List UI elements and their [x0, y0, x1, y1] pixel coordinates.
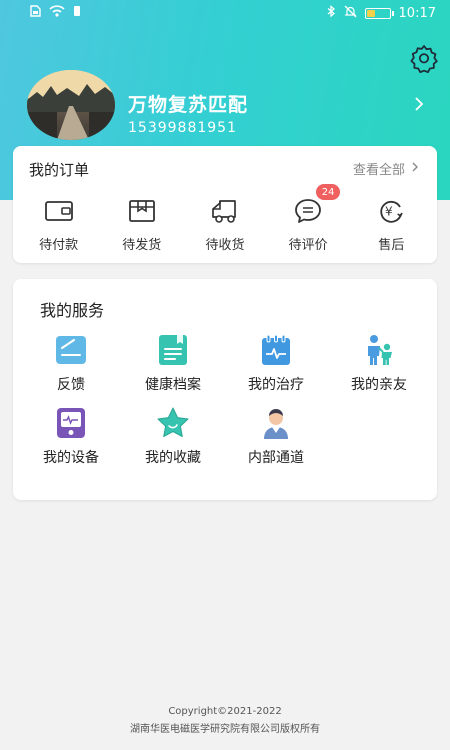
feedback-icon — [54, 334, 88, 366]
treatment-icon — [259, 334, 293, 366]
order-pending-review[interactable]: 24 待评价 — [268, 184, 348, 258]
user-name: 万物复苏匹配 — [128, 94, 249, 116]
svg-text:¥: ¥ — [385, 205, 393, 219]
bluetooth-icon — [327, 4, 336, 22]
order-label: 待发货 — [122, 238, 162, 253]
review-count-badge: 24 — [316, 184, 341, 200]
order-label: 售后 — [378, 238, 405, 253]
wifi-icon — [49, 5, 65, 21]
service-label: 内部通道 — [248, 450, 304, 466]
wallet-icon — [44, 196, 74, 226]
service-label: 健康档案 — [145, 377, 201, 393]
service-health-record[interactable]: 健康档案 — [123, 334, 223, 394]
view-all-label: 查看全部 — [352, 163, 405, 178]
user-phone: 15399881951 — [128, 120, 237, 136]
family-icon — [362, 334, 396, 366]
service-label: 我的收藏 — [145, 450, 201, 466]
battery-icon — [364, 7, 394, 19]
chevron-right-icon — [412, 97, 426, 118]
order-pending-payment[interactable]: 待付款 — [19, 192, 99, 258]
order-after-sales[interactable]: ¥ 售后 — [351, 192, 431, 258]
footer-copyright: Copyright©2021-2022 — [168, 706, 282, 717]
status-bar: 10:17 — [0, 0, 450, 26]
truck-icon — [210, 196, 240, 226]
gear-icon — [409, 43, 439, 77]
order-pending-shipment[interactable]: 待发货 — [102, 192, 182, 258]
service-label: 我的亲友 — [351, 377, 407, 393]
order-label: 待收货 — [205, 238, 245, 253]
service-feedback[interactable]: 反馈 — [21, 334, 121, 394]
view-all-orders-link[interactable]: 查看全部 — [353, 159, 419, 178]
services-title: 我的服务 — [40, 301, 105, 320]
mute-icon — [344, 5, 357, 22]
service-my-device[interactable]: 我的设备 — [21, 407, 121, 467]
orders-title: 我的订单 — [29, 161, 90, 179]
order-status-row: 待付款 待发货 待收货 24 待评价 ¥ 售后 — [13, 184, 437, 258]
star-icon — [156, 407, 190, 439]
chevron-right-icon — [411, 161, 419, 177]
services-card: 我的服务 反馈 健康档案 我的治疗 我的亲友 我的设备 我的收藏 内部通道 — [13, 279, 437, 500]
profile-arrow-button[interactable] — [412, 95, 432, 115]
avatar[interactable] — [27, 70, 115, 140]
service-family[interactable]: 我的亲友 — [329, 334, 429, 394]
signal-icon — [73, 5, 81, 21]
comment-icon — [293, 196, 323, 226]
service-label: 我的治疗 — [248, 377, 304, 393]
refund-icon: ¥ — [376, 196, 406, 226]
staff-icon — [259, 407, 293, 439]
footer-company: 湖南华医电磁医学研究院有限公司版权所有 — [130, 724, 320, 735]
box-icon — [127, 196, 157, 226]
health-record-icon — [156, 334, 190, 366]
settings-button[interactable] — [406, 42, 442, 78]
service-label: 我的设备 — [43, 450, 99, 466]
service-my-treatment[interactable]: 我的治疗 — [226, 334, 326, 394]
service-favorites[interactable]: 我的收藏 — [123, 407, 223, 467]
order-pending-receipt[interactable]: 待收货 — [185, 192, 265, 258]
service-internal-channel[interactable]: 内部通道 — [226, 407, 326, 467]
device-icon — [54, 407, 88, 439]
status-time: 10:17 — [398, 5, 436, 21]
orders-card: 我的订单 查看全部 待付款 待发货 待收货 24 待评价 ¥ 售后 — [13, 146, 437, 263]
sim-icon — [30, 5, 41, 21]
service-label: 反馈 — [57, 377, 85, 393]
order-label: 待评价 — [288, 238, 328, 253]
order-label: 待付款 — [39, 238, 79, 253]
